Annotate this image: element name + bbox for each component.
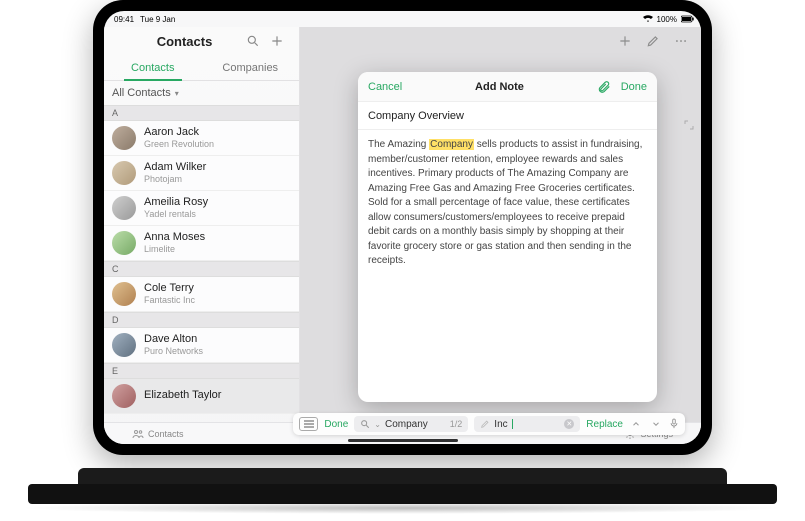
add-note-modal: Cancel Add Note Done Company Overview Th… xyxy=(358,72,657,402)
contact-row[interactable]: Cole TerryFantastic Inc xyxy=(104,277,299,312)
replace-input[interactable]: Inc ✕ xyxy=(474,416,580,432)
tab-companies[interactable]: Companies xyxy=(202,55,300,80)
section-header: E xyxy=(104,363,299,379)
pencil-icon xyxy=(480,419,490,429)
clear-icon[interactable]: ✕ xyxy=(564,419,574,429)
contact-name: Adam Wilker xyxy=(144,161,206,174)
screen: 09:41 Tue 9 Jan 100% Contacts xyxy=(104,11,701,444)
find-replace-bar: Done ⌄ Company 1/2 Inc ✕ Replace xyxy=(293,413,685,435)
device-bezel: 09:41 Tue 9 Jan 100% Contacts xyxy=(93,0,712,455)
sidebar-title: Contacts xyxy=(128,34,241,49)
chevron-down-icon[interactable]: ⌄ xyxy=(374,420,381,429)
contact-row[interactable]: Adam WilkerPhotojam xyxy=(104,156,299,191)
contact-sub: Fantastic Inc xyxy=(144,295,195,306)
avatar xyxy=(112,282,136,306)
find-prev-button[interactable] xyxy=(629,419,643,429)
note-text-post: sells products to assist in fundraising,… xyxy=(368,139,642,266)
avatar xyxy=(112,196,136,220)
contact-row[interactable]: Aaron JackGreen Revolution xyxy=(104,121,299,156)
modal-title: Add Note xyxy=(475,81,524,93)
contact-sub: Puro Networks xyxy=(144,346,203,357)
filter-label: All Contacts xyxy=(112,87,171,99)
avatar xyxy=(112,384,136,408)
contact-sub: Yadel rentals xyxy=(144,209,208,220)
contacts-sidebar: Contacts Contacts Companies All Contacts… xyxy=(104,27,300,444)
contact-name: Anna Moses xyxy=(144,231,205,244)
note-text-pre: The Amazing xyxy=(368,139,429,150)
done-button[interactable]: Done xyxy=(621,81,647,93)
contact-row[interactable]: Anna MosesLimelite xyxy=(104,226,299,261)
contact-row[interactable]: Ameilia RosyYadel rentals xyxy=(104,191,299,226)
find-done-button[interactable]: Done xyxy=(324,419,348,430)
find-input[interactable]: ⌄ Company 1/2 xyxy=(354,416,468,432)
add-icon[interactable] xyxy=(265,29,289,53)
find-value: Company xyxy=(385,419,428,430)
status-time: 09:41 xyxy=(114,15,134,24)
search-icon[interactable] xyxy=(241,29,265,53)
bottom-tab-contacts[interactable]: Contacts xyxy=(132,429,184,439)
contact-name: Cole Terry xyxy=(144,282,195,295)
contact-name: Aaron Jack xyxy=(144,126,214,139)
note-subject-field[interactable]: Company Overview xyxy=(358,102,657,130)
bottom-tab-label: Contacts xyxy=(148,429,184,439)
section-header: C xyxy=(104,261,299,277)
contact-name: Ameilia Rosy xyxy=(144,196,208,209)
find-next-button[interactable] xyxy=(649,419,663,429)
battery-icon xyxy=(681,15,691,23)
search-icon xyxy=(360,419,370,429)
mic-icon[interactable] xyxy=(669,418,679,430)
contact-name: Dave Alton xyxy=(144,333,203,346)
section-header: D xyxy=(104,312,299,328)
contact-sub: Green Revolution xyxy=(144,139,214,150)
avatar xyxy=(112,333,136,357)
replace-button[interactable]: Replace xyxy=(586,419,623,430)
filter-dropdown[interactable]: All Contacts ▾ xyxy=(104,81,299,105)
status-battery: 100% xyxy=(657,15,677,24)
contact-sub: Photojam xyxy=(144,174,206,185)
sidebar-tabs: Contacts Companies xyxy=(104,55,299,81)
attachment-icon[interactable] xyxy=(597,80,611,94)
section-header: A xyxy=(104,105,299,121)
cancel-button[interactable]: Cancel xyxy=(368,81,402,93)
search-highlight: Company xyxy=(429,139,474,150)
tab-contacts[interactable]: Contacts xyxy=(104,55,202,80)
keyboard-icon[interactable] xyxy=(299,417,318,431)
avatar xyxy=(112,161,136,185)
chevron-down-icon: ▾ xyxy=(175,89,179,98)
tablet-device: 09:41 Tue 9 Jan 100% Contacts xyxy=(78,0,727,510)
contact-row[interactable]: Elizabeth Taylor xyxy=(104,379,299,414)
note-body[interactable]: The Amazing Company sells products to as… xyxy=(358,130,657,402)
contact-row[interactable]: Dave AltonPuro Networks xyxy=(104,328,299,363)
replace-value: Inc xyxy=(494,419,507,430)
avatar xyxy=(112,231,136,255)
status-bar: 09:41 Tue 9 Jan 100% xyxy=(104,11,701,27)
contact-name: Elizabeth Taylor xyxy=(144,389,221,402)
avatar xyxy=(112,126,136,150)
text-cursor xyxy=(512,419,513,429)
find-count: 1/2 xyxy=(450,419,463,429)
wifi-icon xyxy=(643,15,653,23)
contacts-icon xyxy=(132,429,144,439)
contact-sub: Limelite xyxy=(144,244,205,255)
status-date: Tue 9 Jan xyxy=(140,15,175,24)
keyboard-case xyxy=(78,438,727,510)
